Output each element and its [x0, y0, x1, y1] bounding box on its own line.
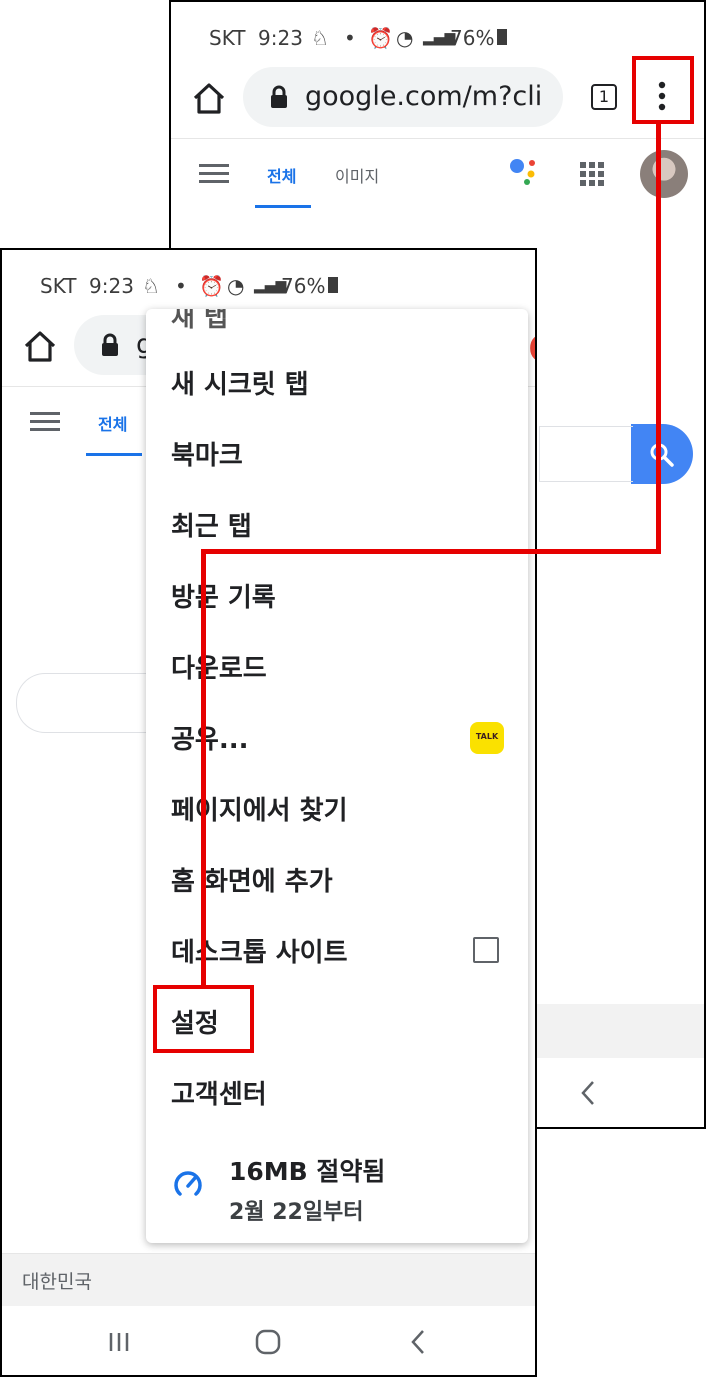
- data-saver-title[interactable]: 16MB 절약됨: [229, 1152, 385, 1188]
- menu-recent-tabs[interactable]: 최근 탭: [171, 506, 252, 543]
- data-saver-subtitle: 2월 22일부터: [229, 1200, 364, 1225]
- connector-line: [201, 549, 206, 987]
- tab-all[interactable]: 전체: [267, 163, 296, 187]
- clock: 9:23: [89, 274, 134, 298]
- menu-bookmarks[interactable]: 북마크: [171, 435, 243, 472]
- connector-line: [656, 122, 661, 554]
- highlight-settings: [153, 985, 254, 1053]
- connector-line: [201, 549, 661, 554]
- battery-icon: [497, 29, 507, 45]
- carrier: SKT: [209, 26, 246, 50]
- search-icon: [650, 443, 674, 467]
- speedometer-icon: [171, 1167, 205, 1201]
- alarm-icon: ⏰: [199, 274, 224, 298]
- menu-add-to-home[interactable]: 홈 화면에 추가: [171, 861, 333, 898]
- battery-level: 76%: [450, 26, 495, 50]
- region-label: 대한민국: [22, 1271, 92, 1293]
- lock-icon: [271, 85, 287, 108]
- search-button[interactable]: [631, 424, 693, 484]
- battery-icon: [328, 277, 338, 293]
- notification-icon: ♘: [311, 26, 329, 50]
- hamburger-icon[interactable]: [199, 164, 229, 184]
- menu-help[interactable]: 고객센터: [171, 1074, 267, 1111]
- menu-downloads[interactable]: 다운로드: [171, 648, 267, 685]
- menu-history[interactable]: 방문 기록: [171, 577, 276, 614]
- home-nav-icon[interactable]: [254, 1328, 282, 1356]
- back-nav-icon[interactable]: [576, 1078, 600, 1108]
- back-nav-icon[interactable]: [406, 1327, 430, 1357]
- footer-region-bar: 대한민국: [2, 1253, 535, 1306]
- checkbox-icon[interactable]: [473, 937, 499, 963]
- wifi-icon: ◔: [396, 26, 414, 50]
- home-icon[interactable]: [189, 80, 229, 116]
- address-bar[interactable]: google.com/m?cli: [243, 67, 563, 127]
- home-icon[interactable]: [20, 328, 60, 364]
- battery-level: 76%: [281, 274, 326, 298]
- google-logo-fragment: e: [528, 316, 535, 374]
- notification-icon: ♘: [142, 274, 160, 298]
- menu-find-in-page[interactable]: 페이지에서 찾기: [171, 790, 348, 827]
- android-nav-bar: [2, 1306, 535, 1375]
- menu-share[interactable]: 공유...: [171, 719, 248, 756]
- kakaotalk-icon[interactable]: TALK: [470, 722, 504, 754]
- tab-indicator: [86, 453, 142, 456]
- highlight-more-menu: [632, 56, 694, 124]
- clock: 9:23: [258, 26, 303, 50]
- alarm-icon: ⏰: [368, 26, 393, 50]
- carrier: SKT: [40, 274, 77, 298]
- menu-new-tab[interactable]: 새 탭: [171, 309, 228, 334]
- apps-grid-icon[interactable]: [579, 161, 605, 187]
- front-phone-screen: SKT 9:23 ♘ • ⏰ ◔ ▂▄▆ 76% g e 전체 새 탭 새 시크…: [0, 248, 537, 1377]
- url-text[interactable]: google.com/m?cli: [305, 81, 542, 112]
- google-assistant-icon[interactable]: [507, 154, 541, 188]
- menu-new-incognito-tab[interactable]: 새 시크릿 탭: [171, 364, 309, 401]
- menu-desktop-site[interactable]: 데스크톱 사이트: [171, 932, 348, 969]
- tab-all[interactable]: 전체: [98, 411, 127, 435]
- tab-images[interactable]: 이미지: [335, 163, 379, 187]
- wifi-icon: ◔: [227, 274, 245, 298]
- hamburger-icon[interactable]: [30, 412, 60, 432]
- recents-nav-icon[interactable]: [106, 1330, 132, 1354]
- lock-icon: [102, 333, 118, 356]
- search-box[interactable]: [539, 426, 633, 482]
- avatar[interactable]: [640, 150, 688, 198]
- tab-indicator: [255, 205, 311, 208]
- tab-switcher-icon[interactable]: 1: [591, 84, 617, 110]
